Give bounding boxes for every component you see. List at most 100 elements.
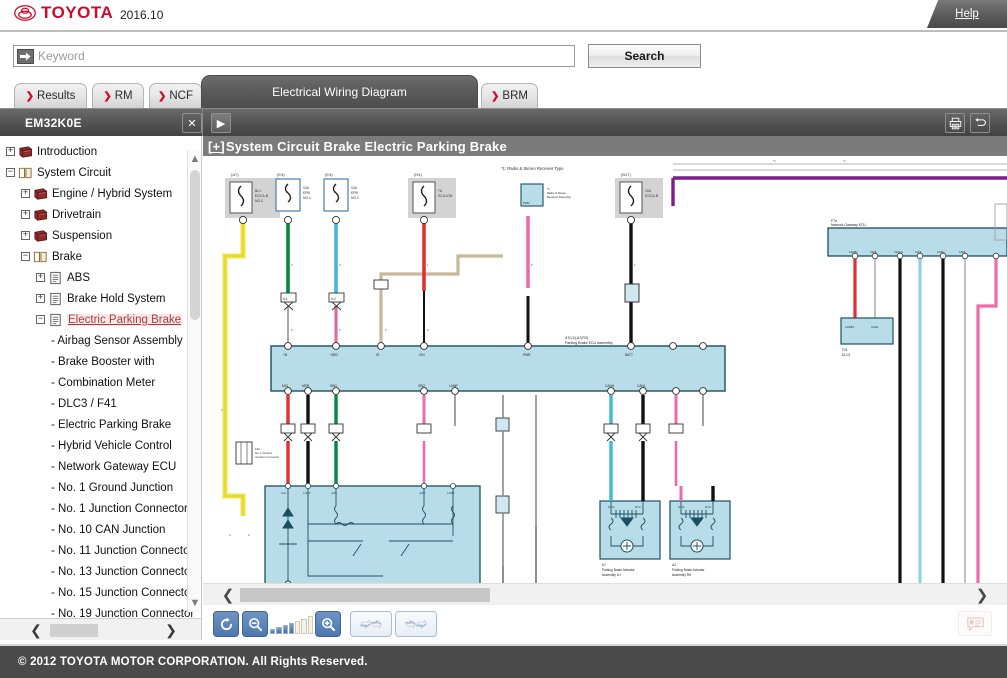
svg-text:7A: 7A: [438, 189, 443, 193]
svg-text:Network Gateway ECU: Network Gateway ECU: [831, 223, 866, 227]
expand-toggle-icon[interactable]: +: [21, 189, 30, 198]
sidebar-horizontal-scrollbar[interactable]: ❮ ❯: [0, 618, 202, 640]
svg-text:PWR: PWR: [523, 353, 531, 357]
diagram-horizontal-scrollbar[interactable]: ❮ ❯: [203, 583, 1007, 605]
tab-ncf[interactable]: ❯ NCF: [149, 83, 202, 108]
collapse-toggle-icon[interactable]: −: [36, 315, 45, 324]
expand-toggle-icon[interactable]: +: [6, 147, 15, 156]
sidebar-item-combination-meter[interactable]: - Combination Meter: [0, 372, 202, 393]
sidebar-item-no-11-junction-connector[interactable]: - No. 11 Junction Connector: [0, 540, 202, 561]
zoom-level-step[interactable]: [295, 621, 300, 634]
chevron-right-icon[interactable]: ❯: [163, 622, 179, 638]
help-tab[interactable]: Help: [927, 0, 1007, 28]
svg-text:CANP1: CANP1: [849, 250, 858, 254]
zoom-out-button[interactable]: [242, 611, 268, 637]
sidebar-item-electric-parking-brake[interactable]: - Electric Parking Brake: [0, 414, 202, 435]
sidebar-item-no-1-junction-connector[interactable]: - No. 1 Junction Connector: [0, 498, 202, 519]
svg-text:10A: 10A: [351, 186, 358, 190]
scroll-down-icon[interactable]: ▼: [188, 596, 202, 610]
diagram-h-scroll-thumb[interactable]: [240, 588, 490, 602]
svg-text:MSR: MSR: [302, 384, 310, 388]
sidebar-item-engine-hybrid-system[interactable]: +Engine / Hybrid System: [0, 183, 202, 204]
sidebar-item-no-1-ground-junction[interactable]: - No. 1 Ground Junction: [0, 477, 202, 498]
tab-electrical-wiring-diagram[interactable]: Electrical Wiring Diagram: [201, 75, 478, 108]
zoom-level-step[interactable]: [283, 625, 288, 634]
expand-toggle-icon[interactable]: +: [36, 294, 45, 303]
svg-text:A3: A3: [672, 563, 676, 567]
svg-text:+B: +B: [283, 353, 287, 357]
zoom-level-step[interactable]: [276, 627, 281, 634]
page-icon: [48, 313, 63, 327]
sidebar-item-airbag-sensor-assembly[interactable]: - Airbag Sensor Assembly: [0, 330, 202, 351]
search-box[interactable]: [13, 45, 575, 67]
footer-bar: © 2012 TOYOTA MOTOR CORPORATION. All Rig…: [0, 646, 1007, 678]
zoom-level-step[interactable]: [308, 616, 313, 634]
collapse-toggle-icon[interactable]: −: [6, 168, 15, 177]
expand-toggle-icon[interactable]: +: [21, 231, 30, 240]
chevron-left-icon[interactable]: ❮: [28, 622, 44, 638]
zoom-level-indicator[interactable]: [270, 615, 313, 634]
sidebar-item-abs[interactable]: +ABS: [0, 267, 202, 288]
svg-text:CANL: CANL: [959, 250, 966, 254]
tab-rm[interactable]: ❯ RM: [92, 83, 144, 108]
sidebar-item-network-gateway-ecu[interactable]: - Network Gateway ECU: [0, 456, 202, 477]
svg-text:NO.2: NO.2: [351, 196, 359, 200]
sidebar-item-brake-booster-with[interactable]: - Brake Booster with: [0, 351, 202, 372]
sidebar-item-suspension[interactable]: +Suspension: [0, 225, 202, 246]
wiring-diagram[interactable]: *1: Radio & Stereo Receiver Type (A7) BL…: [203, 156, 1007, 618]
print-button[interactable]: [945, 113, 965, 133]
brand-name: TOYOTA: [41, 5, 113, 21]
wiring-diagram-viewport[interactable]: *1: Radio & Stereo Receiver Type (A7) BL…: [203, 156, 1007, 618]
sidebar-item-system-circuit[interactable]: −System Circuit: [0, 162, 202, 183]
svg-text:CANL: CANL: [871, 325, 879, 329]
sidebar-item-dlc3-f41[interactable]: - DLC3 / F41: [0, 393, 202, 414]
svg-text:NO.1: NO.1: [303, 196, 311, 200]
sidebar-item-electric-parking-brake[interactable]: −Electric Parking Brake: [0, 309, 202, 330]
sidebar-item-no-15-junction-connector[interactable]: - No. 15 Junction Connector: [0, 582, 202, 603]
sidebar-item-no-19-junction-connector[interactable]: - No. 19 Junction Connector: [0, 603, 202, 618]
zoom-level-step[interactable]: [270, 629, 275, 634]
rotate-button[interactable]: [213, 611, 239, 637]
svg-text:DLC3: DLC3: [842, 353, 850, 357]
expand-toggle-icon[interactable]: +: [21, 210, 30, 219]
sidebar-scroll-thumb[interactable]: [190, 170, 200, 320]
tab-results[interactable]: ❯ Results: [14, 83, 87, 108]
zoom-out-icon: [248, 617, 263, 632]
svg-text:(E4): (E4): [277, 172, 285, 177]
scroll-right-icon[interactable]: ❯: [973, 586, 991, 604]
zoom-level-step[interactable]: [289, 623, 294, 634]
sidebar-vertical-scrollbar[interactable]: ▲ ▼: [187, 150, 201, 612]
expand-toggle-icon[interactable]: +: [36, 273, 45, 282]
sidebar-tree-panel: +Introduction−System Circuit+Engine / Hy…: [0, 136, 202, 618]
expand-panel-button[interactable]: ▶: [211, 113, 231, 133]
page-back-button[interactable]: ➬➫: [395, 611, 437, 637]
back-button[interactable]: [970, 113, 990, 133]
svg-text:LAMP: LAMP: [303, 491, 311, 495]
sidebar-item-drivetrain[interactable]: +Drivetrain: [0, 204, 202, 225]
sidebar-item-hybrid-vehicle-control[interactable]: - Hybrid Vehicle Control: [0, 435, 202, 456]
expand-all-toggle[interactable]: [+]: [208, 139, 225, 154]
sidebar-item-no-10-can-junction[interactable]: - No. 10 CAN Junction: [0, 519, 202, 540]
zoom-in-button[interactable]: [315, 611, 341, 637]
sidebar-item-no-13-junction-connector[interactable]: - No. 13 Junction Connector: [0, 561, 202, 582]
close-document-button[interactable]: ✕: [182, 113, 202, 133]
document-code: EM32K0E: [25, 116, 82, 130]
scroll-left-icon[interactable]: ❮: [219, 586, 237, 604]
scroll-up-icon[interactable]: ▲: [188, 152, 202, 166]
sidebar-h-scroll-thumb[interactable]: [50, 624, 98, 637]
tab-brm[interactable]: ❯ BRM: [481, 83, 538, 108]
feedback-button[interactable]: [958, 611, 992, 636]
tree-list: +Introduction−System Circuit+Engine / Hy…: [0, 141, 202, 618]
search-button[interactable]: Search: [588, 44, 701, 68]
zoom-level-step[interactable]: [301, 619, 306, 635]
sidebar-item-introduction[interactable]: +Introduction: [0, 141, 202, 162]
book-open-icon: [33, 250, 48, 264]
collapse-toggle-icon[interactable]: −: [21, 252, 30, 261]
sidebar-item-brake-hold-system[interactable]: +Brake Hold System: [0, 288, 202, 309]
sidebar-item-brake[interactable]: −Brake: [0, 246, 202, 267]
svg-text:*1: *1: [773, 159, 776, 163]
svg-text:SW2: SW2: [418, 384, 425, 388]
page-forward-button[interactable]: ➫➬: [350, 611, 392, 637]
help-link[interactable]: Help: [955, 8, 979, 20]
search-input[interactable]: [34, 47, 574, 65]
